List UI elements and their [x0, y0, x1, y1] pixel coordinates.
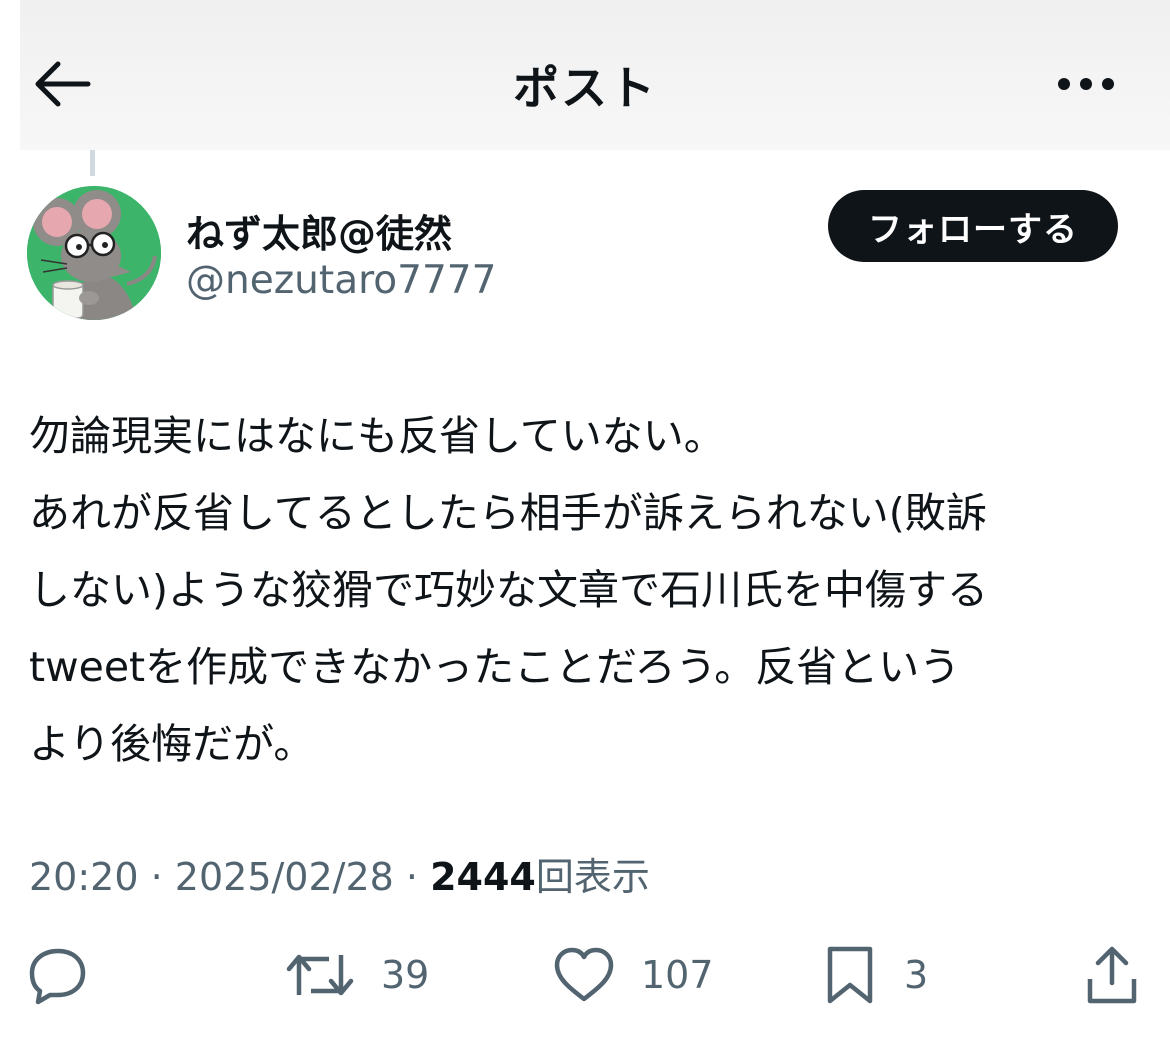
reply-icon	[29, 948, 86, 1005]
author-handle[interactable]: @nezutaro7777	[186, 258, 496, 303]
share-icon	[1087, 946, 1137, 1004]
avatar[interactable]	[27, 186, 161, 320]
bookmark-count: 3	[904, 953, 929, 997]
reply-button[interactable]	[28, 935, 88, 1015]
tweet-time[interactable]: 20:20	[29, 855, 139, 899]
bookmark-button[interactable]: 3	[822, 935, 928, 1015]
follow-button[interactable]: フォローする	[828, 190, 1118, 262]
retweet-icon	[286, 954, 354, 996]
top-bar: ポスト	[0, 0, 1170, 150]
page-title: ポスト	[513, 61, 657, 115]
share-button[interactable]	[1084, 935, 1140, 1015]
thread-connector-line	[90, 150, 95, 176]
like-count: 107	[641, 953, 714, 997]
mouse-with-glasses-avatar	[27, 186, 161, 320]
more-horizontal-icon	[1058, 78, 1114, 90]
bookmark-icon	[827, 946, 873, 1004]
retweet-button[interactable]: 39	[285, 935, 429, 1015]
views-label: 回表示	[535, 855, 650, 899]
tweet-meta: 20:20 · 2025/02/28 · 2444回表示	[29, 846, 650, 901]
retweet-count: 39	[381, 953, 430, 997]
author-display-name[interactable]: ねず太郎@徒然	[186, 203, 452, 258]
like-button[interactable]: 107	[553, 935, 714, 1015]
views-count: 2444	[430, 855, 536, 899]
action-bar: 39 107 3	[0, 935, 1170, 1015]
more-options-button[interactable]	[1050, 62, 1122, 106]
tweet-date[interactable]: 2025/02/28	[175, 855, 394, 899]
heart-icon	[554, 947, 614, 1002]
meta-separator: ·	[405, 855, 419, 899]
tweet-text: 勿論現実にはなにも反省していない。 あれが反省してるとしたら相手が訴えられない(…	[29, 412, 988, 768]
meta-separator: ·	[150, 855, 163, 899]
